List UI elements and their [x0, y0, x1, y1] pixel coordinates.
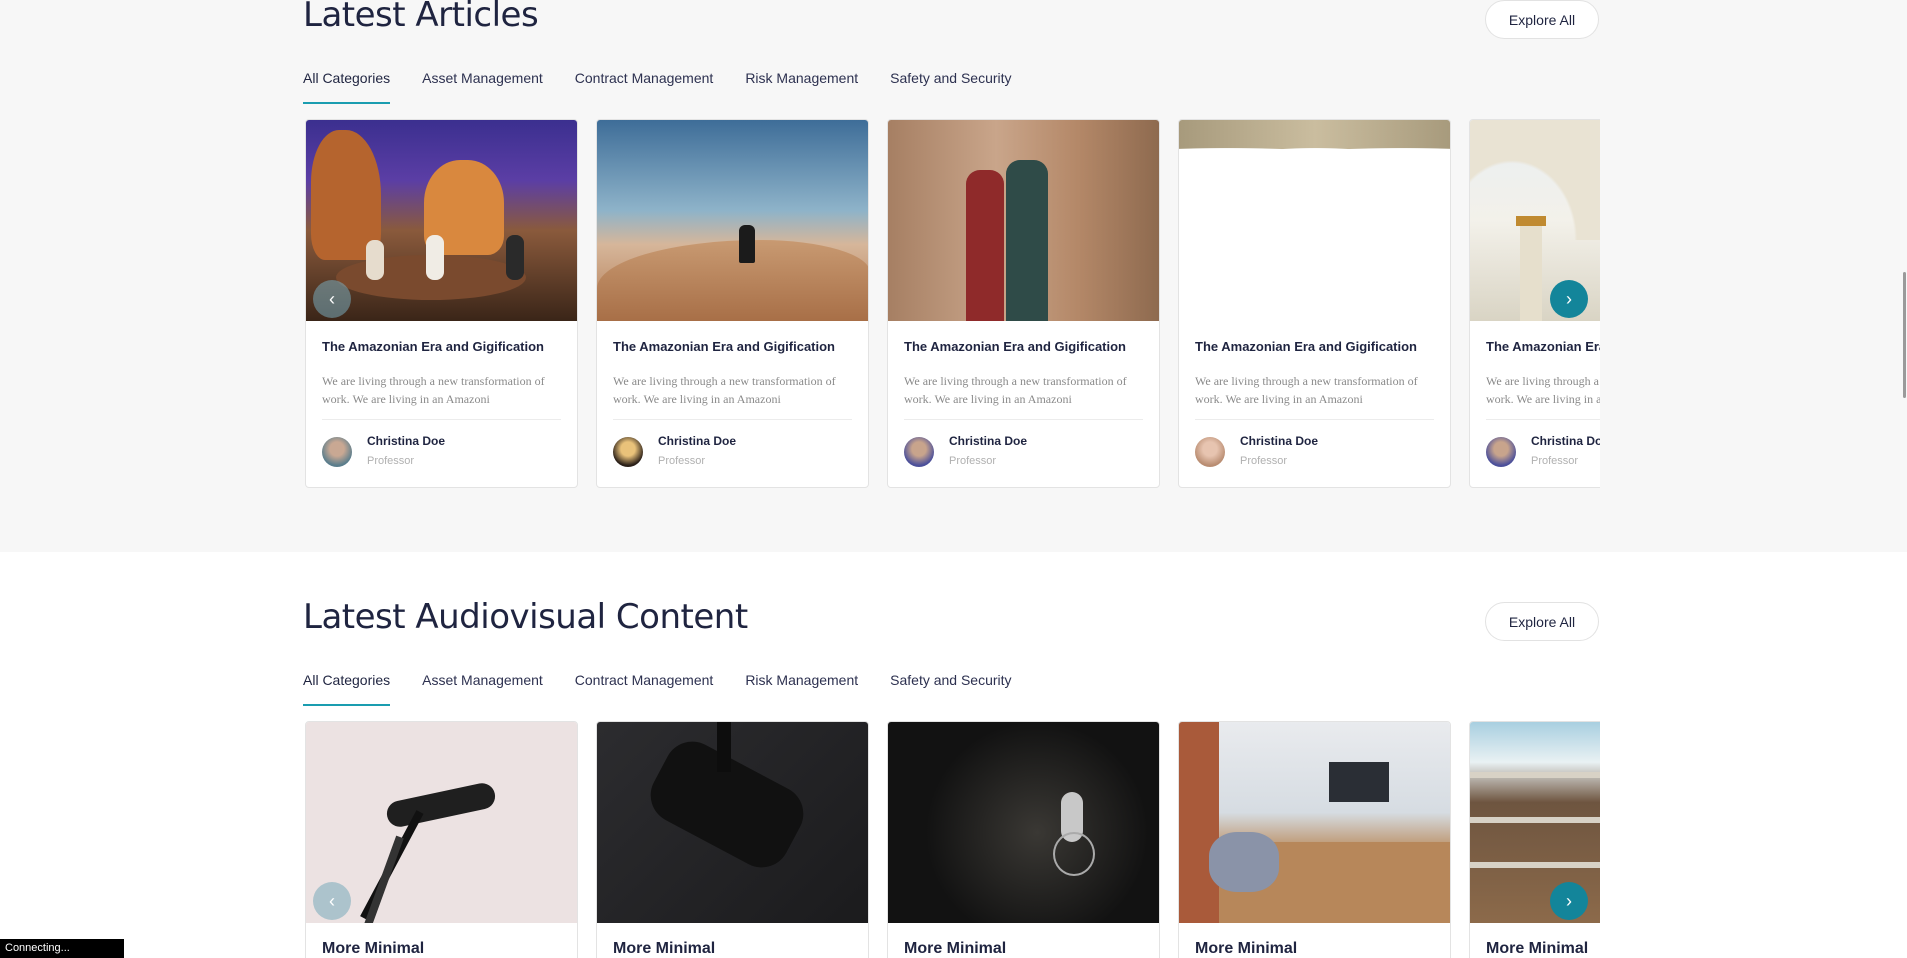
explore-all-button[interactable]: Explore All: [1485, 602, 1599, 641]
article-excerpt: We are living through a new transformati…: [613, 374, 836, 406]
author-name: Christina Doe: [949, 434, 1028, 448]
article-excerpt: We are living through a new transformati…: [1486, 374, 1600, 406]
tab-safety-and-security[interactable]: Safety and Security: [890, 672, 1011, 706]
avatar: [904, 437, 934, 467]
article-card[interactable]: The Amazonian Era and Gigification We ar…: [1178, 119, 1451, 488]
tab-risk-management[interactable]: Risk Management: [745, 70, 858, 104]
media-card[interactable]: More Minimal: [1469, 721, 1600, 958]
avatar: [613, 437, 643, 467]
author-name: Christina Doe: [1240, 434, 1319, 448]
author-role: Professor: [949, 455, 997, 467]
author-role: Professor: [367, 455, 415, 467]
media-card[interactable]: More Minimal: [1178, 721, 1451, 958]
carousel-next-button[interactable]: ›: [1550, 882, 1588, 920]
article-excerpt: We are living through a new transformati…: [322, 374, 545, 406]
media-title[interactable]: More Minimal: [613, 940, 715, 958]
article-title[interactable]: The Amazonian Era and Gigification: [1486, 339, 1600, 354]
author-name: Christina Doe: [367, 434, 446, 448]
tab-contract-management[interactable]: Contract Management: [575, 70, 714, 104]
article-excerpt: We are living through a new transformati…: [904, 374, 1127, 406]
divider: [322, 419, 561, 420]
article-card[interactable]: The Amazonian Era and Gigification We ar…: [887, 119, 1160, 488]
avatar: [1195, 437, 1225, 467]
chevron-right-icon: ›: [1566, 288, 1572, 309]
divider: [613, 419, 852, 420]
author-role: Professor: [1240, 455, 1288, 467]
article-image: [597, 120, 868, 321]
status-bar: Connecting...: [0, 939, 124, 958]
author-name: Christina Doe: [658, 434, 737, 448]
media-title[interactable]: More Minimal: [904, 940, 1006, 958]
media-image: [888, 722, 1159, 923]
media-image: [1179, 722, 1450, 923]
tab-asset-management[interactable]: Asset Management: [422, 672, 543, 706]
carousel-next-button[interactable]: ›: [1550, 280, 1588, 318]
page-scrollbar[interactable]: [1903, 272, 1906, 398]
latest-articles-section: Latest Articles Explore All All Categori…: [0, 0, 1907, 552]
tab-all-categories[interactable]: All Categories: [303, 70, 391, 104]
tab-safety-and-security[interactable]: Safety and Security: [890, 70, 1011, 104]
carousel-prev-button[interactable]: ‹: [313, 280, 351, 318]
tab-contract-management[interactable]: Contract Management: [575, 672, 714, 706]
explore-all-button[interactable]: Explore All: [1485, 0, 1599, 39]
media-card[interactable]: More Minimal: [305, 721, 578, 958]
chevron-right-icon: ›: [1566, 890, 1572, 911]
author-name: Christina Doe: [1531, 434, 1600, 448]
articles-carousel: The Amazonian Era and Gigification We ar…: [303, 119, 1600, 488]
article-image: [1179, 120, 1450, 321]
media-card[interactable]: More Minimal: [887, 721, 1160, 958]
tab-risk-management[interactable]: Risk Management: [745, 672, 858, 706]
divider: [1486, 419, 1600, 420]
article-card[interactable]: The Amazonian Era and Gigification We ar…: [596, 119, 869, 488]
section-title: Latest Audiovisual Content: [303, 597, 748, 637]
category-tabs: All Categories Asset Management Contract…: [303, 672, 1044, 706]
chevron-left-icon: ‹: [329, 890, 335, 911]
author-role: Professor: [658, 455, 706, 467]
section-title: Latest Articles: [303, 0, 539, 35]
avatar: [322, 437, 352, 467]
article-title[interactable]: The Amazonian Era and Gigification: [613, 339, 835, 354]
category-tabs: All Categories Asset Management Contract…: [303, 70, 1044, 104]
divider: [904, 419, 1143, 420]
avatar: [1486, 437, 1516, 467]
media-title[interactable]: More Minimal: [1486, 940, 1588, 958]
carousel-prev-button[interactable]: ‹: [313, 882, 351, 920]
author-role: Professor: [1531, 455, 1579, 467]
media-title[interactable]: More Minimal: [1195, 940, 1297, 958]
audiovisual-carousel: More Minimal More Minimal More Minimal M…: [303, 721, 1600, 958]
article-title[interactable]: The Amazonian Era and Gigification: [1195, 339, 1417, 354]
media-card[interactable]: More Minimal: [596, 721, 869, 958]
latest-audiovisual-section: Latest Audiovisual Content Explore All A…: [0, 552, 1907, 958]
divider: [1195, 419, 1434, 420]
article-title[interactable]: The Amazonian Era and Gigification: [322, 339, 544, 354]
media-title[interactable]: More Minimal: [322, 940, 424, 958]
chevron-left-icon: ‹: [329, 288, 335, 309]
article-title[interactable]: The Amazonian Era and Gigification: [904, 339, 1126, 354]
tab-all-categories[interactable]: All Categories: [303, 672, 391, 706]
article-excerpt: We are living through a new transformati…: [1195, 374, 1418, 406]
tab-asset-management[interactable]: Asset Management: [422, 70, 543, 104]
article-image: [888, 120, 1159, 321]
media-image: [597, 722, 868, 923]
